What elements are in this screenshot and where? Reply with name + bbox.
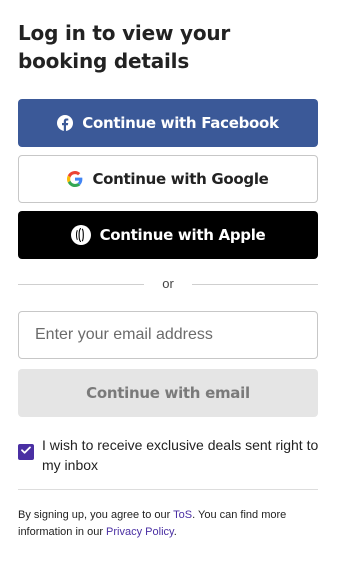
facebook-icon [57,115,74,131]
email-button-label: Continue with email [86,384,250,402]
legal-suffix: . [173,526,177,538]
continue-with-email-button[interactable]: Continue with email [18,369,318,417]
divider-line-right [192,284,318,285]
legal-separator [18,489,318,490]
check-icon [20,443,32,461]
deals-optin-label[interactable]: I wish to receive exclusive deals sent r… [42,435,324,475]
or-divider: or [18,276,318,292]
facebook-button-label: Continue with Facebook [82,114,279,132]
email-input[interactable] [18,311,318,359]
apple-button-label: Continue with Apple [99,226,266,244]
tos-link[interactable]: ToS [173,509,192,521]
legal-notice: By signing up, you agree to our ToS. You… [18,507,323,541]
deals-checkbox[interactable] [18,444,34,460]
legal-prefix: By signing up, you agree to our [18,509,174,521]
continue-with-apple-button[interactable]: Continue with Apple [18,211,318,259]
privacy-policy-link[interactable]: Privacy Policy [106,526,174,538]
continue-with-facebook-button[interactable]: Continue with Facebook [18,99,318,147]
apple-icon [70,225,91,245]
continue-with-google-button[interactable]: Continue with Google [18,155,318,203]
google-button-label: Continue with Google [92,170,269,188]
page-title: Log in to view your booking details [18,21,231,73]
google-icon [67,171,83,187]
